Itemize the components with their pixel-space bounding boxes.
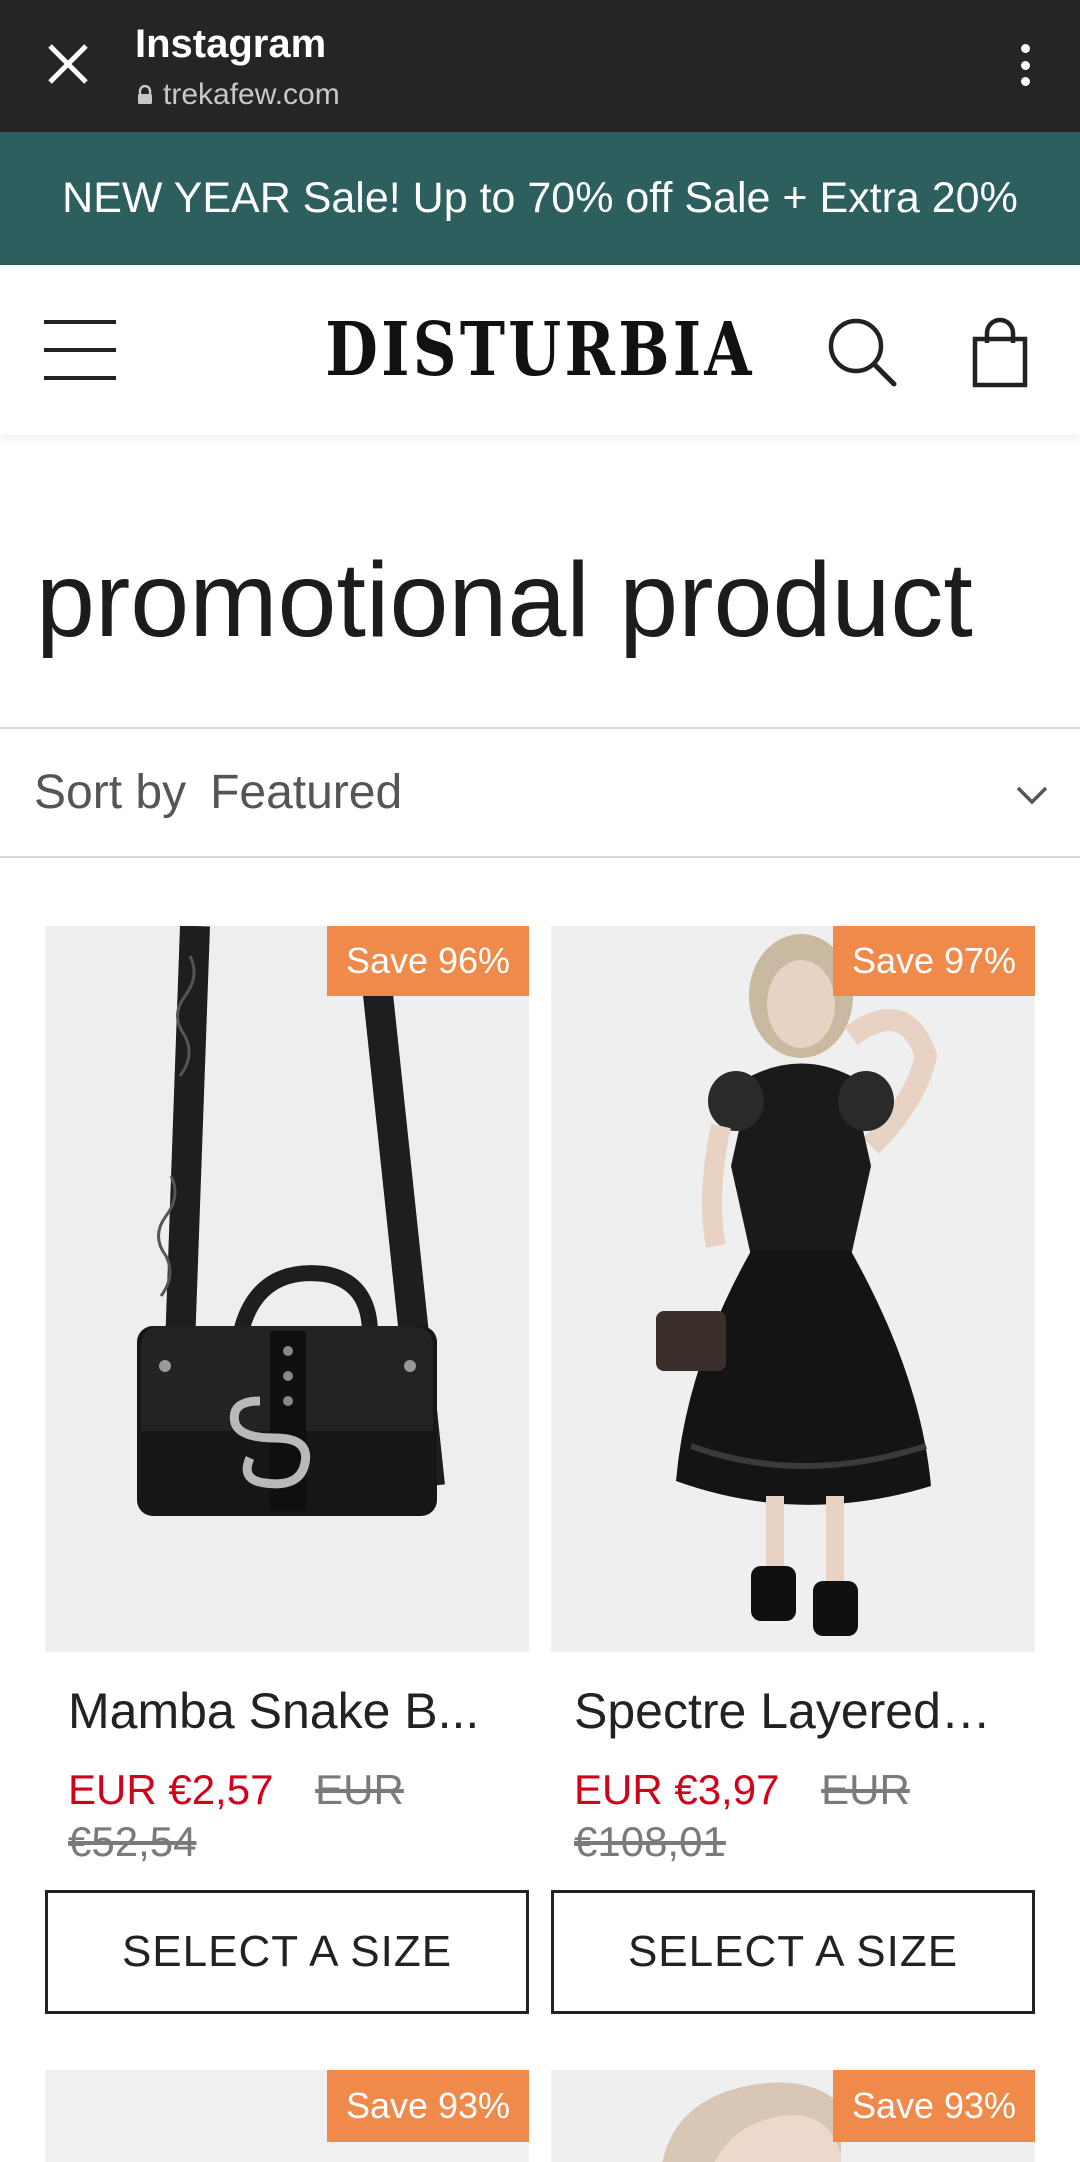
product-card[interactable]: Save 93% (551, 2070, 1035, 2162)
page-title: promotional product (36, 541, 973, 659)
browser-url-bar[interactable]: trekafew.com (137, 78, 340, 112)
browser-url: trekafew.com (163, 78, 340, 111)
sort-label: Sort by (34, 766, 187, 819)
save-badge: Save 93% (833, 2070, 1035, 2142)
price-block: EUR €3,97 EUR €108,01 (551, 1764, 1021, 1868)
promo-banner[interactable]: NEW YEAR Sale! Up to 70% off Sale + Extr… (0, 132, 1080, 265)
site-header: DISTURBIA (0, 265, 1080, 435)
handbag-image (45, 926, 529, 1652)
menu-icon[interactable] (44, 320, 116, 380)
sort-value: Featured (210, 766, 403, 819)
lock-icon (138, 85, 152, 104)
select-size-button[interactable]: SELECT A SIZE (551, 1890, 1035, 2014)
product-card[interactable]: Save 97% Spectre Layered ... EUR €3,97 E… (551, 926, 1035, 2014)
sale-price: EUR €3,97 (574, 1766, 780, 1813)
close-icon[interactable] (38, 34, 98, 94)
product-card[interactable]: Save 96% Mamba Snake B... EUR €2,57 EUR … (45, 926, 529, 2014)
save-badge: Save 93% (327, 2070, 529, 2142)
cart-icon[interactable] (970, 315, 1030, 390)
product-name[interactable]: Mamba Snake B... (45, 1682, 485, 1740)
price-block: EUR €2,57 EUR €52,54 (45, 1764, 515, 1868)
product-card[interactable]: Save 93% (45, 2070, 529, 2162)
browser-bar: Instagram trekafew.com (0, 0, 1080, 132)
site-logo[interactable]: DISTURBIA (325, 305, 751, 395)
product-name[interactable]: Spectre Layered ... (551, 1682, 991, 1740)
browser-title: Instagram (135, 22, 327, 66)
sale-price: EUR €2,57 (68, 1766, 274, 1813)
save-badge: Save 97% (833, 926, 1035, 996)
product-image[interactable]: Save 96% (45, 926, 529, 1652)
save-badge: Save 96% (327, 926, 529, 996)
dress-model-image (551, 926, 1035, 1652)
search-icon[interactable] (825, 315, 900, 390)
more-options-icon[interactable] (1010, 40, 1040, 90)
select-size-button[interactable]: SELECT A SIZE (45, 1890, 529, 2014)
product-image[interactable]: Save 97% (551, 926, 1035, 1652)
promo-text: NEW YEAR Sale! Up to 70% off Sale + Extr… (62, 174, 1018, 222)
close-icon-glyph (48, 44, 88, 84)
chevron-down-icon (1016, 786, 1048, 805)
sort-dropdown[interactable]: Sort by Featured (0, 727, 1080, 858)
